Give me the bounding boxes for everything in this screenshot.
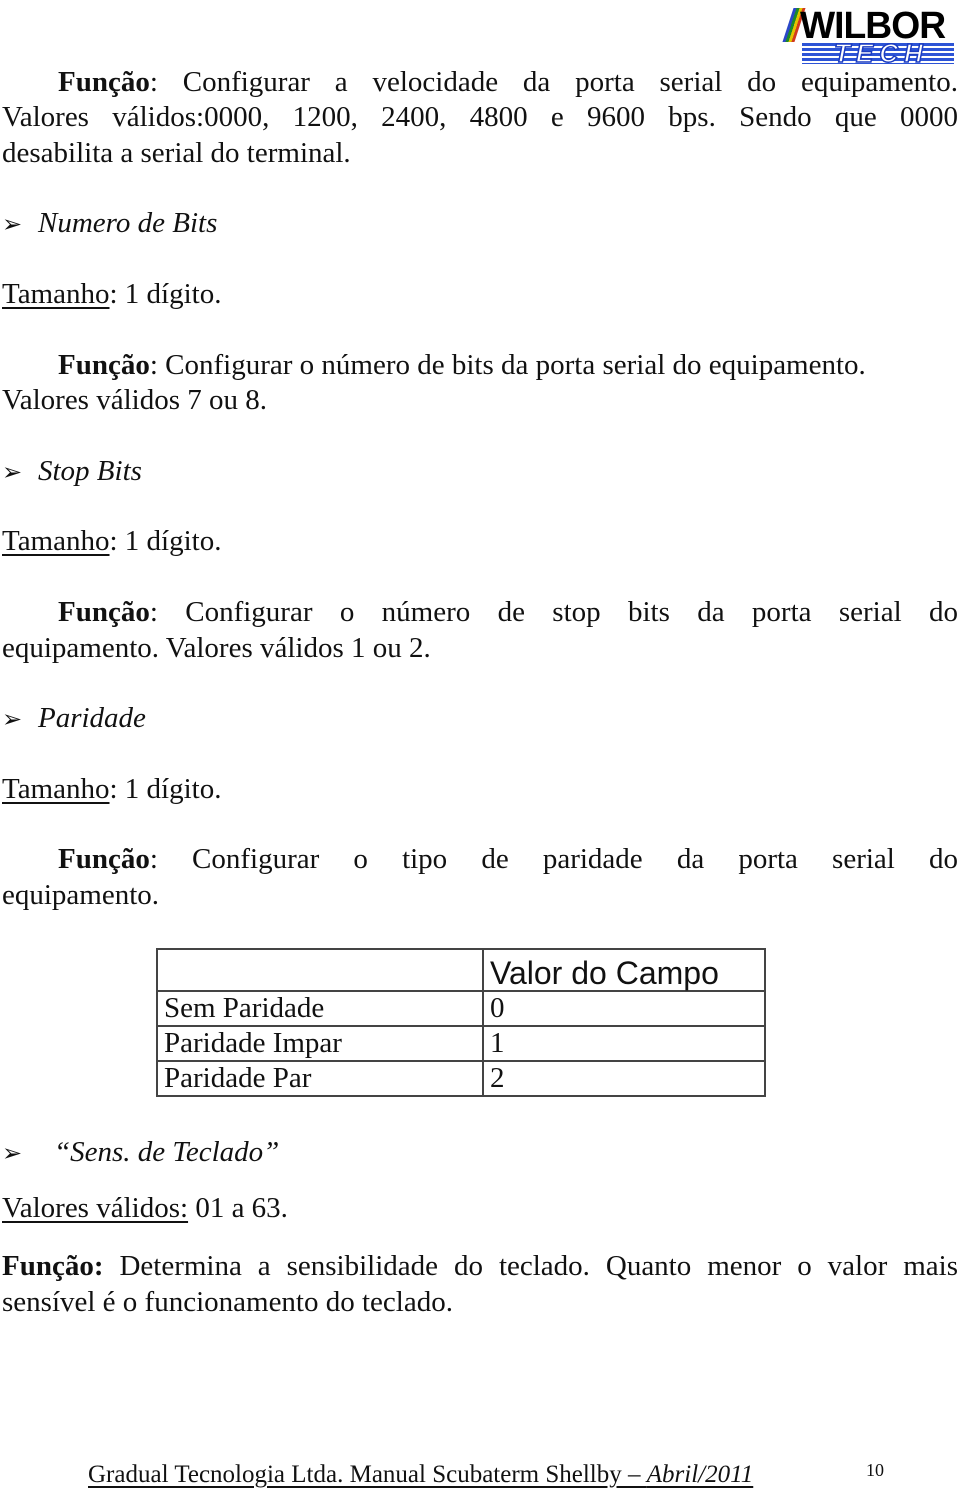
funcao-text: Determina a sensibilidade do teclado. Qu… bbox=[103, 1250, 958, 1282]
velocidade-funcao-line: Função: Configurar a velocidade da porta… bbox=[58, 64, 958, 100]
table-header-cell: Valor do Campo bbox=[482, 948, 766, 992]
paridade-tamanho: Tamanho: 1 dígito. bbox=[2, 771, 221, 807]
sens-teclado-funcao-line: Função: Determina a sensibilidade do tec… bbox=[2, 1248, 958, 1284]
paridade-table: Valor do Campo Sem Paridade 0 Paridade I… bbox=[156, 948, 766, 1097]
funcao-label: Função: bbox=[2, 1250, 104, 1282]
table-cell-value: 1 bbox=[482, 1025, 766, 1062]
funcao-text: : Configurar o número de bits da porta s… bbox=[149, 349, 866, 381]
tamanho-value: : 1 dígito. bbox=[109, 278, 222, 310]
section-heading-stop-bits: ➢ Stop Bits bbox=[2, 453, 142, 491]
heading-text: Stop Bits bbox=[38, 455, 142, 487]
stop-bits-funcao-line: Função: Configurar o número de stop bits… bbox=[58, 594, 958, 630]
funcao-text: : Configurar a velocidade da porta seria… bbox=[149, 66, 958, 98]
table-row: Paridade Impar 1 bbox=[156, 1025, 766, 1062]
table-row: Sem Paridade 0 bbox=[156, 990, 766, 1027]
sens-teclado-valores: Valores válidos: 01 a 63. bbox=[2, 1190, 288, 1226]
heading-text: Numero de Bits bbox=[38, 207, 218, 239]
wilbor-tech-logo: WILBOR TECH bbox=[782, 6, 956, 68]
logo-tech-text: TECH bbox=[833, 38, 929, 68]
table-row: Paridade Par 2 bbox=[156, 1060, 766, 1097]
section-heading-paridade: ➢ Paridade bbox=[2, 700, 146, 738]
footer-company-manual: Gradual Tecnologia Ltda. Manual Scubater… bbox=[88, 1461, 647, 1488]
paridade-equipamento-line: equipamento. bbox=[2, 879, 160, 911]
arrow-bullet-icon: ➢ bbox=[2, 1141, 23, 1167]
tamanho-value: : 1 dígito. bbox=[109, 773, 222, 805]
funcao-label: Função bbox=[58, 349, 150, 381]
velocidade-desabilita-line: desabilita a serial do terminal. bbox=[2, 137, 351, 169]
arrow-bullet-icon: ➢ bbox=[2, 460, 23, 486]
table-header-cell bbox=[156, 948, 484, 992]
table-cell-label: Paridade Impar bbox=[156, 1025, 484, 1062]
arrow-bullet-icon: ➢ bbox=[2, 707, 23, 733]
funcao-label: Função bbox=[58, 843, 150, 875]
funcao-text: : Configurar o tipo de paridade da porta… bbox=[149, 843, 958, 875]
stop-bits-tamanho: Tamanho: 1 dígito. bbox=[2, 523, 221, 559]
tamanho-label: Tamanho bbox=[2, 278, 110, 310]
velocidade-valores-line: Valores válidos:0000, 1200, 2400, 4800 e… bbox=[2, 101, 958, 133]
section-heading-sens-teclado: ➢ “Sens. de Teclado” bbox=[2, 1134, 279, 1172]
table-header-row: Valor do Campo bbox=[156, 948, 766, 992]
stop-bits-valores-line: equipamento. Valores válidos 1 ou 2. bbox=[2, 632, 431, 664]
tamanho-value: : 1 dígito. bbox=[109, 525, 222, 557]
funcao-label: Função bbox=[58, 596, 150, 628]
numero-bits-valores-line: Valores válidos 7 ou 8. bbox=[2, 384, 267, 416]
funcao-label: Função bbox=[58, 66, 150, 98]
table-cell-value: 0 bbox=[482, 990, 766, 1027]
numero-bits-funcao-line: Função: Configurar o número de bits da p… bbox=[58, 347, 866, 383]
tamanho-label: Tamanho bbox=[2, 773, 110, 805]
page-number: 10 bbox=[866, 1460, 884, 1480]
valores-value: 01 a 63. bbox=[188, 1192, 288, 1224]
table-cell-value: 2 bbox=[482, 1060, 766, 1097]
page-footer: Gradual Tecnologia Ltda. Manual Scubater… bbox=[88, 1458, 753, 1492]
table-cell-label: Sem Paridade bbox=[156, 990, 484, 1027]
heading-text: Paridade bbox=[38, 702, 146, 734]
table-cell-label: Paridade Par bbox=[156, 1060, 484, 1097]
footer-text: Gradual Tecnologia Ltda. Manual Scubater… bbox=[88, 1461, 753, 1488]
funcao-text: : Configurar o número de stop bits da po… bbox=[149, 596, 958, 628]
footer-date: Abril/2011 bbox=[646, 1461, 754, 1488]
arrow-bullet-icon: ➢ bbox=[2, 212, 23, 238]
numero-bits-tamanho: Tamanho: 1 dígito. bbox=[2, 276, 221, 312]
sens-teclado-line2: sensível é o funcionamento do teclado. bbox=[2, 1286, 453, 1318]
heading-text: “Sens. de Teclado” bbox=[54, 1136, 280, 1168]
tamanho-label: Tamanho bbox=[2, 525, 110, 557]
valores-label: Valores válidos: bbox=[2, 1192, 189, 1224]
paridade-funcao-line: Função: Configurar o tipo de paridade da… bbox=[58, 841, 958, 877]
section-heading-numero-bits: ➢ Numero de Bits bbox=[2, 205, 217, 243]
